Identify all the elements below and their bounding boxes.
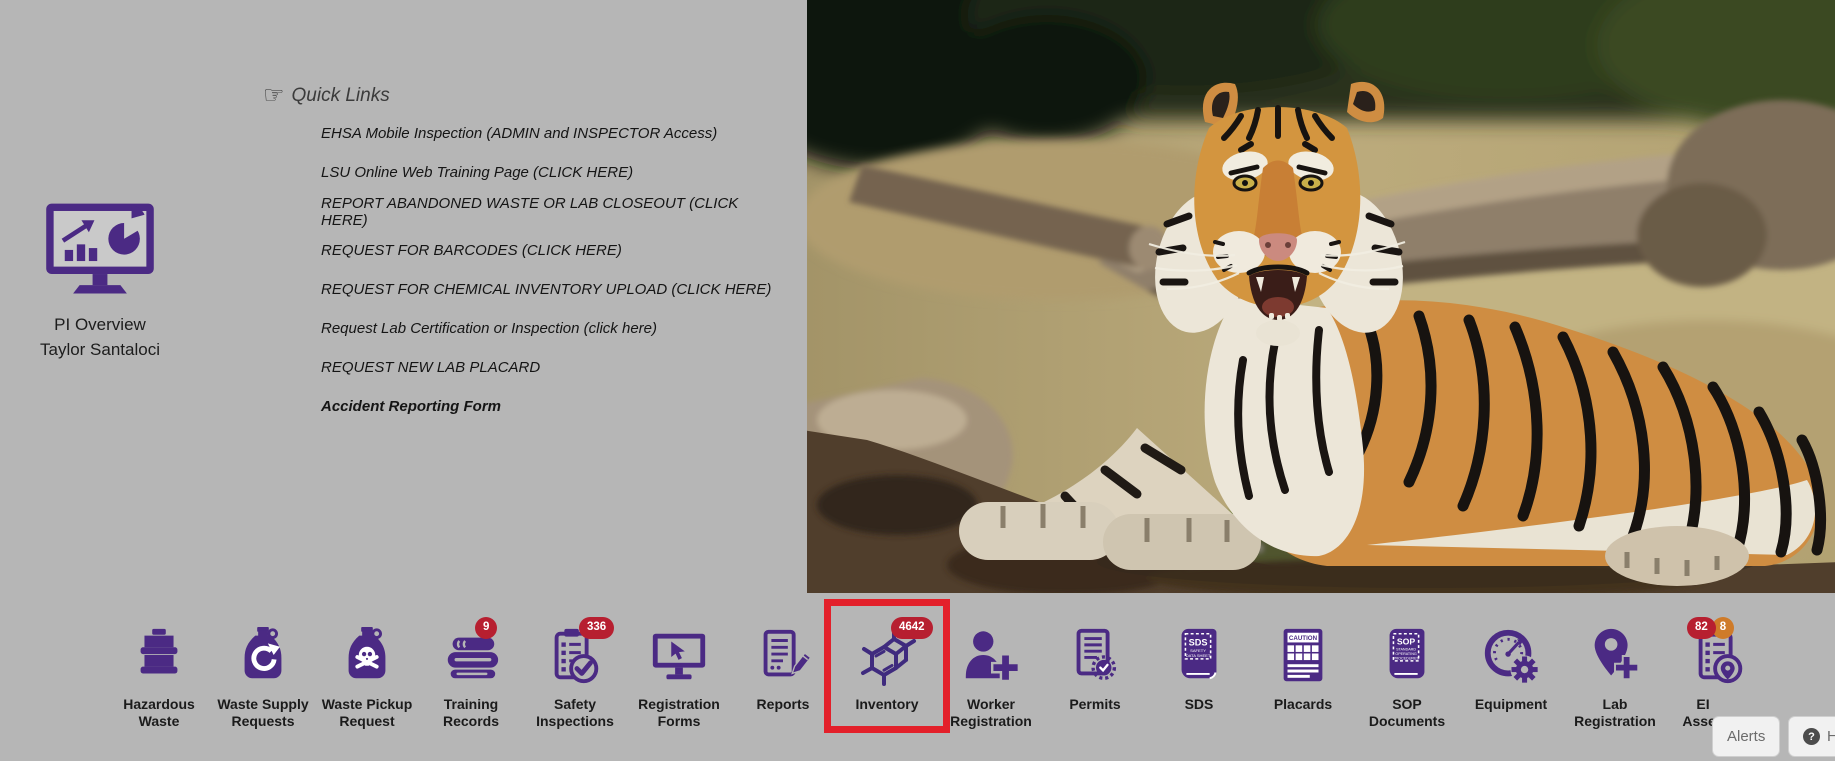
- svg-text:PROCEDURES: PROCEDURES: [1393, 656, 1419, 660]
- pi-overview-title: PI Overview: [25, 312, 175, 337]
- nav-item-sds[interactable]: SDS SAFETY DATA SHEET SDS: [1147, 607, 1251, 730]
- ei-assessments-badges: 82 8: [1687, 617, 1734, 639]
- nav-label: Registration Forms: [627, 696, 731, 730]
- nav-item-training-records[interactable]: 9 Training Records: [419, 607, 523, 730]
- svg-text:SDS: SDS: [1189, 637, 1208, 647]
- help-question-icon: ?: [1803, 728, 1820, 745]
- nav-label: Waste Pickup Request: [315, 696, 419, 730]
- nav-label: SOP Documents: [1355, 696, 1459, 730]
- quick-links-list: EHSA Mobile Inspection (ADMIN and INSPEC…: [263, 114, 783, 426]
- permit-document-seal-icon: [1064, 625, 1126, 687]
- nav-label: Lab Registration: [1563, 696, 1667, 730]
- pi-overview-user: Taylor Santaloci: [25, 337, 175, 362]
- nav-label: Safety Inspections: [523, 696, 627, 730]
- quick-links-title: Quick Links: [292, 85, 390, 107]
- person-plus-icon: [960, 625, 1022, 687]
- quick-link-request-barcodes[interactable]: REQUEST FOR BARCODES (CLICK HERE): [321, 242, 622, 259]
- quick-link-ehsa-mobile-inspection[interactable]: EHSA Mobile Inspection (ADMIN and INSPEC…: [321, 125, 717, 142]
- monitor-cursor-icon: [647, 625, 711, 687]
- alerts-button[interactable]: Alerts: [1712, 716, 1780, 757]
- quick-link-accident-reporting-form[interactable]: Accident Reporting Form: [321, 398, 501, 415]
- sds-book-icon: SDS SAFETY DATA SHEET: [1168, 625, 1230, 687]
- help-button-label: Help: [1827, 728, 1835, 745]
- tiger-photo: [807, 0, 1835, 593]
- nav-item-reports[interactable]: Reports: [731, 607, 835, 730]
- nav-item-lab-registration[interactable]: Lab Registration: [1563, 607, 1667, 730]
- quick-link-lab-certification[interactable]: Request Lab Certification or Inspection …: [321, 320, 657, 337]
- help-button[interactable]: ? Help: [1788, 716, 1835, 757]
- svg-text:DATA SHEET: DATA SHEET: [1186, 653, 1211, 658]
- quick-link-new-lab-placard[interactable]: REQUEST NEW LAB PLACARD: [321, 359, 540, 376]
- gauge-gear-icon: [1480, 625, 1542, 687]
- quick-links-panel: ☞ Quick Links EHSA Mobile Inspection (AD…: [263, 84, 783, 426]
- inventory-badge: 4642: [891, 617, 933, 639]
- nav-item-inventory[interactable]: 4642 Inventory: [835, 607, 939, 730]
- nav-label: Permits: [1043, 696, 1147, 713]
- nav-item-placards[interactable]: CAUTION Placards: [1251, 607, 1355, 730]
- nav-item-worker-registration[interactable]: Worker Registration: [939, 607, 1043, 730]
- nav-label: Reports: [731, 696, 835, 713]
- nav-item-safety-inspections[interactable]: 336 Safety Inspections: [523, 607, 627, 730]
- nav-label: SDS: [1147, 696, 1251, 713]
- quick-links-header: ☞ Quick Links: [263, 84, 783, 108]
- nav-item-permits[interactable]: Permits: [1043, 607, 1147, 730]
- nav-label: Inventory: [835, 696, 939, 713]
- safety-inspections-badge: 336: [579, 617, 614, 639]
- nav-label: Equipment: [1459, 696, 1563, 713]
- map-pin-plus-icon: [1584, 625, 1646, 687]
- nav-label: Waste Supply Requests: [211, 696, 315, 730]
- alerts-button-label: Alerts: [1727, 728, 1765, 745]
- nav-label: Placards: [1251, 696, 1355, 713]
- waste-supply-jug-icon: [232, 625, 294, 687]
- nav-label: Worker Registration: [939, 696, 1043, 730]
- dashboard-monitor-icon: [40, 198, 160, 300]
- pointing-hand-icon: ☞: [263, 84, 285, 108]
- report-document-pencil-icon: [752, 625, 814, 687]
- quick-link-chemical-inventory-upload[interactable]: REQUEST FOR CHEMICAL INVENTORY UPLOAD (C…: [321, 281, 771, 298]
- sop-book-icon: SOP STANDARD OPERATING PROCEDURES: [1376, 625, 1438, 687]
- svg-text:SOP: SOP: [1397, 636, 1416, 646]
- pi-overview-tile[interactable]: PI Overview Taylor Santaloci: [25, 198, 175, 362]
- nav-label: Training Records: [419, 696, 523, 730]
- nav-label: Hazardous Waste: [107, 696, 211, 730]
- quick-link-lsu-online-training[interactable]: LSU Online Web Training Page (CLICK HERE…: [321, 164, 633, 181]
- bottom-nav: Hazardous Waste Waste Supply Requests Wa…: [107, 607, 1771, 730]
- nav-item-hazardous-waste[interactable]: Hazardous Waste: [107, 607, 211, 730]
- nav-item-waste-pickup-request[interactable]: Waste Pickup Request: [315, 607, 419, 730]
- waste-pickup-skull-jug-icon: [336, 625, 398, 687]
- hazardous-waste-barrel-icon: [128, 625, 190, 687]
- nav-item-waste-supply-requests[interactable]: Waste Supply Requests: [211, 607, 315, 730]
- quick-link-report-abandoned-waste[interactable]: REPORT ABANDONED WASTE OR LAB CLOSEOUT (…: [321, 195, 783, 229]
- nav-item-sop-documents[interactable]: SOP STANDARD OPERATING PROCEDURES SOP Do…: [1355, 607, 1459, 730]
- nav-item-registration-forms[interactable]: Registration Forms: [627, 607, 731, 730]
- training-records-badge: 9: [475, 617, 497, 639]
- svg-text:CAUTION: CAUTION: [1289, 635, 1318, 642]
- ei-badge-red: 82: [1687, 617, 1716, 639]
- caution-placard-icon: CAUTION: [1272, 625, 1334, 687]
- nav-item-equipment[interactable]: Equipment: [1459, 607, 1563, 730]
- nav-item-ei-assessments[interactable]: 82 8 EI Asses: [1667, 607, 1771, 730]
